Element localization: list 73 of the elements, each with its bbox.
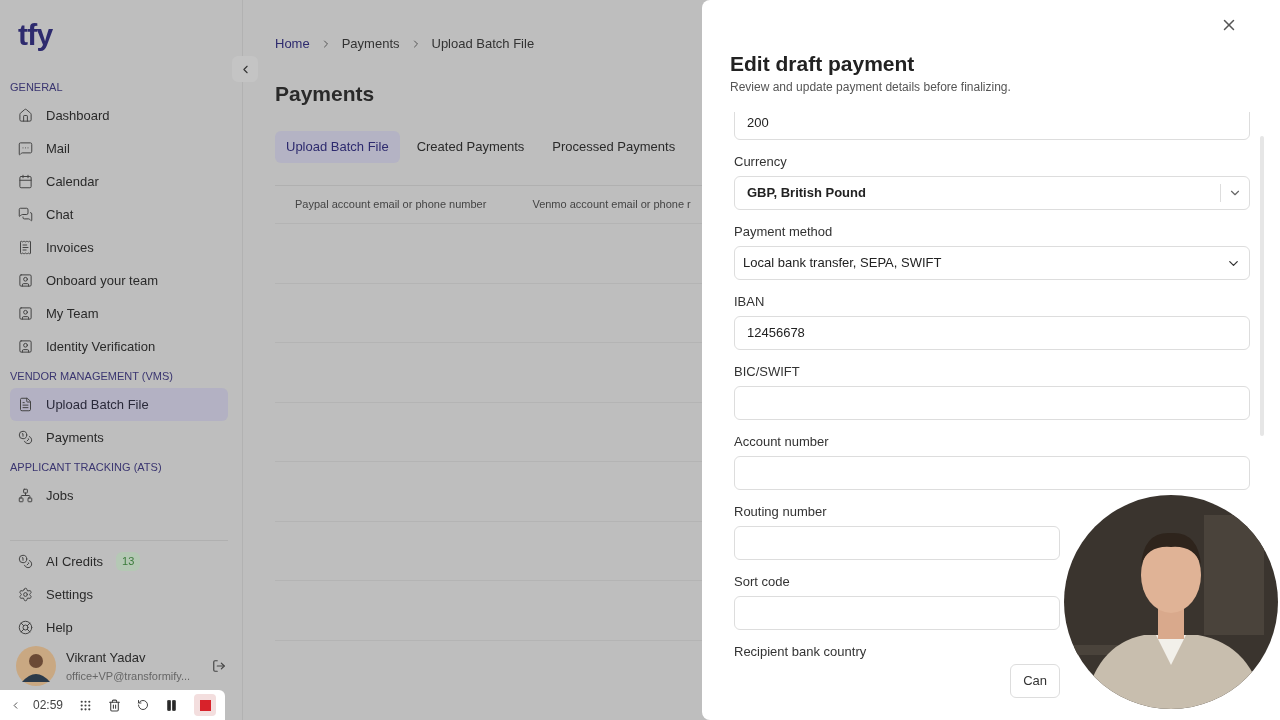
- input-field[interactable]: [734, 526, 1060, 560]
- section-heading: APPLICANT TRACKING (ATS): [10, 459, 163, 475]
- user-email: office+VP@transformify...: [66, 668, 191, 684]
- column-header: Paypal account email or phone number: [295, 197, 487, 213]
- recording-timer: 02:59: [33, 697, 64, 714]
- user-card-icon: [18, 339, 33, 354]
- sidebar-item[interactable]: Help: [10, 611, 228, 644]
- sidebar-item[interactable]: Invoices: [10, 231, 228, 264]
- sidebar-item[interactable]: Identity Verification: [10, 330, 228, 363]
- breadcrumb-link[interactable]: Upload Batch File: [431, 34, 535, 54]
- payment-method-select[interactable]: Local bank transfer, SEPA, SWIFT: [734, 246, 1250, 280]
- sidebar-item[interactable]: Settings: [10, 578, 228, 611]
- input-field[interactable]: 12456678: [734, 316, 1250, 350]
- sidebar-item[interactable]: Onboard your team: [10, 264, 228, 297]
- network-icon: [18, 488, 33, 503]
- grip-icon[interactable]: [79, 698, 93, 712]
- column-header: Venmo account email or phone r: [532, 197, 691, 213]
- settings-icon: [18, 587, 33, 602]
- user-card-icon: [18, 273, 33, 288]
- field-label: Account number: [734, 434, 829, 450]
- field-value: 12456678: [747, 324, 805, 343]
- chat-icon: [18, 207, 33, 222]
- tab[interactable]: Upload Batch File: [275, 131, 400, 163]
- currency-select[interactable]: GBP, British Pound: [734, 176, 1250, 210]
- sidebar-item[interactable]: Dashboard: [10, 99, 228, 132]
- section-heading: GENERAL: [10, 79, 64, 95]
- user-name: Vikrant Yadav: [66, 649, 147, 667]
- field-label: Sort code: [734, 574, 790, 590]
- coins-icon: [18, 430, 33, 445]
- field-label: Recipient bank country: [734, 644, 867, 660]
- sidebar-item[interactable]: Payments: [10, 421, 228, 454]
- sidebar-item[interactable]: Chat: [10, 198, 228, 231]
- page-title: Payments: [275, 80, 375, 107]
- breadcrumb-link[interactable]: Payments: [341, 34, 400, 54]
- home-icon: [18, 108, 33, 123]
- sidebar-item[interactable]: Mail: [10, 132, 228, 165]
- message-icon: [18, 141, 33, 156]
- input-field[interactable]: [734, 596, 1060, 630]
- logo[interactable]: tfy: [18, 11, 53, 57]
- sidebar-item[interactable]: Upload Batch File: [10, 388, 228, 421]
- field-value: 200: [747, 114, 769, 133]
- pause-icon[interactable]: [165, 698, 179, 712]
- trash-icon[interactable]: [108, 698, 122, 712]
- field-label: IBAN: [734, 294, 765, 310]
- sidebar-item[interactable]: Calendar: [10, 165, 228, 198]
- field-label: Payment method: [734, 224, 833, 240]
- count-badge: 13: [116, 552, 141, 571]
- sidebar-item[interactable]: AI Credits 13: [10, 545, 228, 578]
- document-icon: [18, 397, 33, 412]
- tab[interactable]: Processed Payments: [541, 131, 687, 163]
- logout-icon[interactable]: [212, 659, 226, 673]
- sidebar-item[interactable]: My Team: [10, 297, 228, 330]
- calendar-icon: [18, 174, 33, 189]
- drawer-title: Edit draft payment: [730, 52, 916, 76]
- cancel-button[interactable]: Can: [1010, 664, 1060, 698]
- field-label: BIC/SWIFT: [734, 364, 800, 380]
- field-label: Routing number: [734, 504, 827, 520]
- user-card-icon: [18, 306, 33, 321]
- input-field[interactable]: [734, 456, 1250, 490]
- tab[interactable]: Created Payments: [405, 131, 536, 163]
- receipt-icon: [18, 240, 33, 255]
- coins-icon: [18, 554, 33, 569]
- avatar: [16, 646, 56, 686]
- breadcrumb-link[interactable]: Home: [275, 34, 310, 54]
- stop-button[interactable]: [194, 694, 217, 716]
- restart-icon[interactable]: [137, 699, 150, 711]
- sidebar-item[interactable]: Jobs: [10, 479, 228, 512]
- input-field[interactable]: 200: [734, 112, 1250, 140]
- field-label: Currency: [734, 154, 787, 170]
- section-heading: VENDOR MANAGEMENT (VMS): [10, 368, 174, 384]
- drawer-subtitle: Review and update payment details before finalizing.: [730, 79, 1012, 96]
- input-field[interactable]: [734, 386, 1250, 420]
- help-icon: [18, 620, 33, 635]
